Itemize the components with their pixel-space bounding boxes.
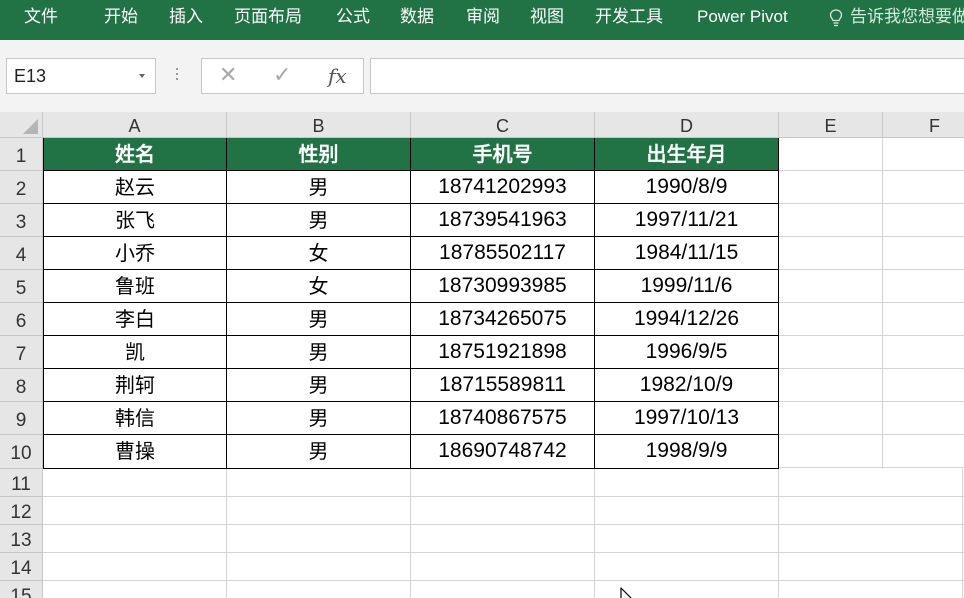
table-cell[interactable]: 鲁班 — [44, 270, 227, 303]
worksheet-grid[interactable]: A B C D E F 1 2 3 4 5 6 7 8 9 10 11 12 1… — [0, 112, 964, 598]
table-cell[interactable]: 男 — [227, 303, 411, 336]
tab-page-layout[interactable]: 页面布局 — [234, 0, 302, 34]
table-cell[interactable]: 赵云 — [44, 171, 227, 204]
column-header-a[interactable]: A — [43, 112, 227, 138]
table-cell[interactable]: 曹操 — [44, 435, 227, 469]
row-header-10[interactable]: 10 — [0, 435, 43, 469]
column-header-c[interactable]: C — [411, 112, 595, 138]
table-cell[interactable]: 18715589811 — [411, 369, 595, 402]
table-cell[interactable]: 韩信 — [44, 402, 227, 435]
table-cell[interactable]: 18730993985 — [411, 270, 595, 303]
tab-power-pivot[interactable]: Power Pivot — [697, 0, 788, 34]
table-cell[interactable]: 18785502117 — [411, 237, 595, 270]
row-header-7[interactable]: 7 — [0, 336, 43, 369]
row-header-14[interactable]: 14 — [0, 553, 43, 581]
row-header-5[interactable]: 5 — [0, 270, 43, 303]
table-cell[interactable]: 李白 — [44, 303, 227, 336]
table-cell[interactable]: 男 — [227, 402, 411, 435]
header-cell-birthdate[interactable]: 出生年月 — [595, 138, 779, 171]
table-cell[interactable]: 1999/11/6 — [595, 270, 779, 303]
table-cell[interactable]: 1996/9/5 — [595, 336, 779, 369]
row-header-1[interactable]: 1 — [0, 138, 43, 171]
tab-review[interactable]: 审阅 — [466, 0, 500, 34]
table-cell[interactable]: 18690748742 — [411, 435, 595, 469]
cancel-icon[interactable]: ✕ — [219, 63, 237, 88]
row-header-12[interactable]: 12 — [0, 497, 43, 525]
header-cell-name[interactable]: 姓名 — [44, 138, 227, 171]
formula-bar-area: E13 ✕ ✓ fx — [0, 40, 964, 112]
table-cell[interactable]: 1982/10/9 — [595, 369, 779, 402]
header-cell-phone[interactable]: 手机号 — [411, 138, 595, 171]
table-cell[interactable]: 男 — [227, 435, 411, 469]
tab-formulas[interactable]: 公式 — [336, 0, 370, 34]
table-cell[interactable]: 1997/10/13 — [595, 402, 779, 435]
row-header-8[interactable]: 8 — [0, 369, 43, 402]
table-cell[interactable]: 男 — [227, 204, 411, 237]
table-cell[interactable]: 男 — [227, 171, 411, 204]
enter-icon[interactable]: ✓ — [273, 63, 291, 88]
table-cell[interactable]: 1984/11/15 — [595, 237, 779, 270]
table-cell[interactable]: 18734265075 — [411, 303, 595, 336]
tab-data[interactable]: 数据 — [400, 0, 434, 34]
ribbon-tabs: 文件 开始 插入 页面布局 公式 数据 审阅 视图 开发工具 Power Piv… — [0, 0, 964, 40]
name-box-value: E13 — [14, 66, 47, 86]
table-cell[interactable]: 18751921898 — [411, 336, 595, 369]
tab-view[interactable]: 视图 — [530, 0, 564, 34]
tab-file[interactable]: 文件 — [24, 0, 58, 34]
tab-developer[interactable]: 开发工具 — [595, 0, 663, 34]
insert-function-icon[interactable]: fx — [328, 64, 347, 88]
lightbulb-icon — [829, 9, 843, 27]
table-cell[interactable]: 男 — [227, 369, 411, 402]
formula-buttons: ✕ ✓ fx — [201, 58, 364, 94]
row-header-2[interactable]: 2 — [0, 171, 43, 204]
table-cell[interactable]: 凯 — [44, 336, 227, 369]
table-cell[interactable]: 18740867575 — [411, 402, 595, 435]
row-header-13[interactable]: 13 — [0, 525, 43, 553]
chevron-down-icon[interactable] — [139, 74, 145, 78]
select-all-button[interactable] — [0, 112, 43, 138]
table-cell[interactable]: 1998/9/9 — [595, 435, 779, 469]
table-cell[interactable]: 小乔 — [44, 237, 227, 270]
row-header-15[interactable]: 15 — [0, 581, 43, 598]
formula-input[interactable] — [370, 58, 964, 94]
table-cell[interactable]: 18739541963 — [411, 204, 595, 237]
column-header-f[interactable]: F — [883, 112, 964, 138]
table-cell[interactable]: 女 — [227, 270, 411, 303]
mouse-cursor-icon — [620, 587, 632, 598]
table-cell[interactable]: 荆轲 — [44, 369, 227, 402]
tab-insert[interactable]: 插入 — [169, 0, 203, 34]
column-header-e[interactable]: E — [779, 112, 883, 138]
header-cell-gender[interactable]: 性别 — [227, 138, 411, 171]
column-header-b[interactable]: B — [227, 112, 411, 138]
row-header-11[interactable]: 11 — [0, 469, 43, 497]
tab-home[interactable]: 开始 — [104, 0, 138, 34]
empty-cells-f[interactable] — [883, 138, 964, 469]
row-header-3[interactable]: 3 — [0, 204, 43, 237]
column-header-d[interactable]: D — [595, 112, 779, 138]
tell-me-search[interactable]: 告诉我您想要做什么 — [826, 0, 964, 34]
table-cell[interactable]: 男 — [227, 336, 411, 369]
table-cell[interactable]: 张飞 — [44, 204, 227, 237]
row-header-6[interactable]: 6 — [0, 303, 43, 336]
row-header-4[interactable]: 4 — [0, 237, 43, 270]
tell-me-text: 告诉我您想要做什么 — [850, 7, 964, 27]
table-cell[interactable]: 女 — [227, 237, 411, 270]
table-cell[interactable]: 1997/11/21 — [595, 204, 779, 237]
splitter-handle[interactable] — [176, 68, 179, 82]
table-cell[interactable]: 1990/8/9 — [595, 171, 779, 204]
table-cell[interactable]: 18741202993 — [411, 171, 595, 204]
empty-cells-lower[interactable] — [43, 469, 964, 598]
row-header-9[interactable]: 9 — [0, 402, 43, 435]
name-box[interactable]: E13 — [6, 58, 156, 94]
table-cell[interactable]: 1994/12/26 — [595, 303, 779, 336]
empty-cells-e[interactable] — [779, 138, 883, 469]
